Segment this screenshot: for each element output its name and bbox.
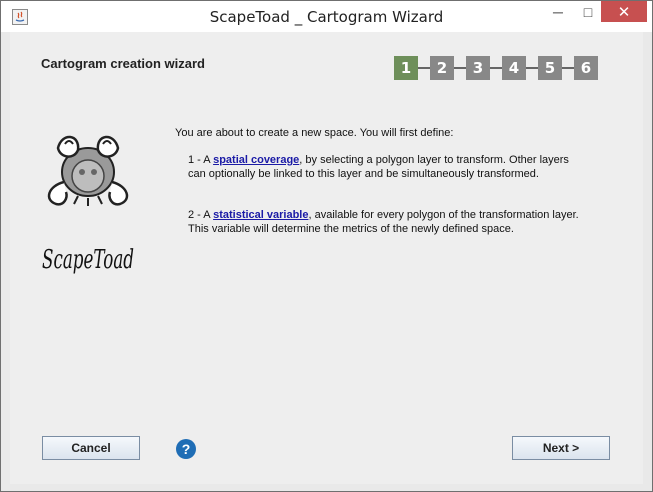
step-connector [562, 67, 574, 69]
step-3: 3 [466, 56, 490, 80]
item-2-prefix: 2 - A [188, 209, 214, 221]
step-connector [526, 67, 538, 69]
cancel-button[interactable]: Cancel [42, 436, 140, 460]
minimize-button[interactable]: ─ [544, 1, 572, 22]
title-bar[interactable]: ScapeToad _ Cartogram Wizard ─ □ ✕ [1, 1, 652, 32]
item-1-prefix: 1 - A [188, 154, 214, 166]
step-5: 5 [538, 56, 562, 80]
item-1-text: , by selecting a polygon layer to transf… [299, 154, 569, 166]
close-button[interactable]: ✕ [601, 1, 647, 22]
step-connector [490, 67, 502, 69]
item-1-text-line2: can optionally be linked to this layer a… [188, 168, 539, 180]
step-6: 6 [574, 56, 598, 80]
step-connector [454, 67, 466, 69]
help-icon[interactable]: ? [176, 439, 196, 459]
step-2: 2 [430, 56, 454, 80]
item-2-text-line2: This variable will determine the metrics… [188, 223, 514, 235]
spatial-coverage-link[interactable]: spatial coverage [213, 154, 299, 166]
statistical-variable-link[interactable]: statistical variable [213, 209, 308, 221]
definition-item-2: 2 - A statistical variable, available fo… [188, 208, 608, 236]
item-2-text: , available for every polygon of the tra… [308, 209, 579, 221]
wizard-window: ScapeToad _ Cartogram Wizard ─ □ ✕ Carto… [0, 0, 653, 492]
step-4: 4 [502, 56, 526, 80]
step-connector [418, 67, 430, 69]
intro-text: You are about to create a new space. You… [175, 127, 454, 139]
maximize-button[interactable]: □ [574, 1, 602, 22]
page-title: Cartogram creation wizard [41, 56, 205, 71]
step-indicator: 1 2 3 4 5 6 [394, 56, 608, 80]
scapetoad-logo: ScapeToad [42, 135, 134, 275]
next-button[interactable]: Next > [512, 436, 610, 460]
wizard-content: Cartogram creation wizard 1 2 3 4 5 6 Sc… [10, 32, 643, 484]
step-1: 1 [394, 56, 418, 80]
logo-lettering: ScapeToad [42, 245, 134, 275]
definition-item-1: 1 - A spatial coverage, by selecting a p… [188, 153, 608, 181]
